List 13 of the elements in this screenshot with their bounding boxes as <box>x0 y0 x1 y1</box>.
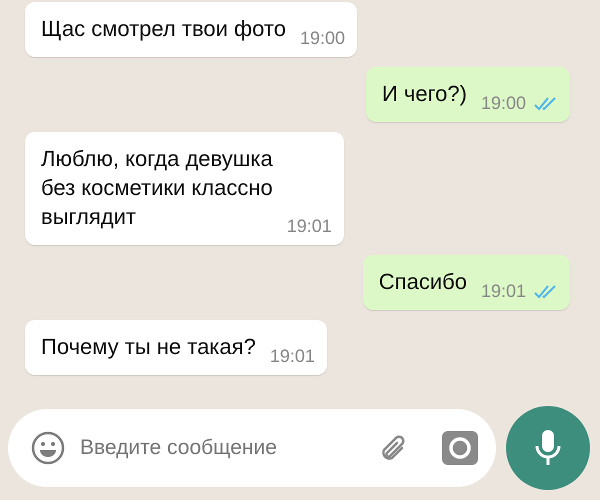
message-time: 19:01 <box>286 216 332 237</box>
message-time: 19:00 <box>480 93 526 114</box>
emoji-icon[interactable] <box>30 430 66 466</box>
microphone-icon <box>533 428 563 468</box>
message-time: 19:01 <box>480 281 526 302</box>
message-text: Почему ты не такая? <box>41 333 256 361</box>
message-text: Люблю, когда девушка без косметики классно выглядит <box>41 145 273 231</box>
message-text: Спасибо <box>378 268 467 296</box>
message-text: Щас смотрел твои фото <box>41 15 286 43</box>
message-text: И чего?) <box>382 80 467 108</box>
message-time: 19:00 <box>300 28 345 49</box>
camera-icon[interactable] <box>442 431 478 465</box>
message-time: 19:01 <box>270 346 315 367</box>
